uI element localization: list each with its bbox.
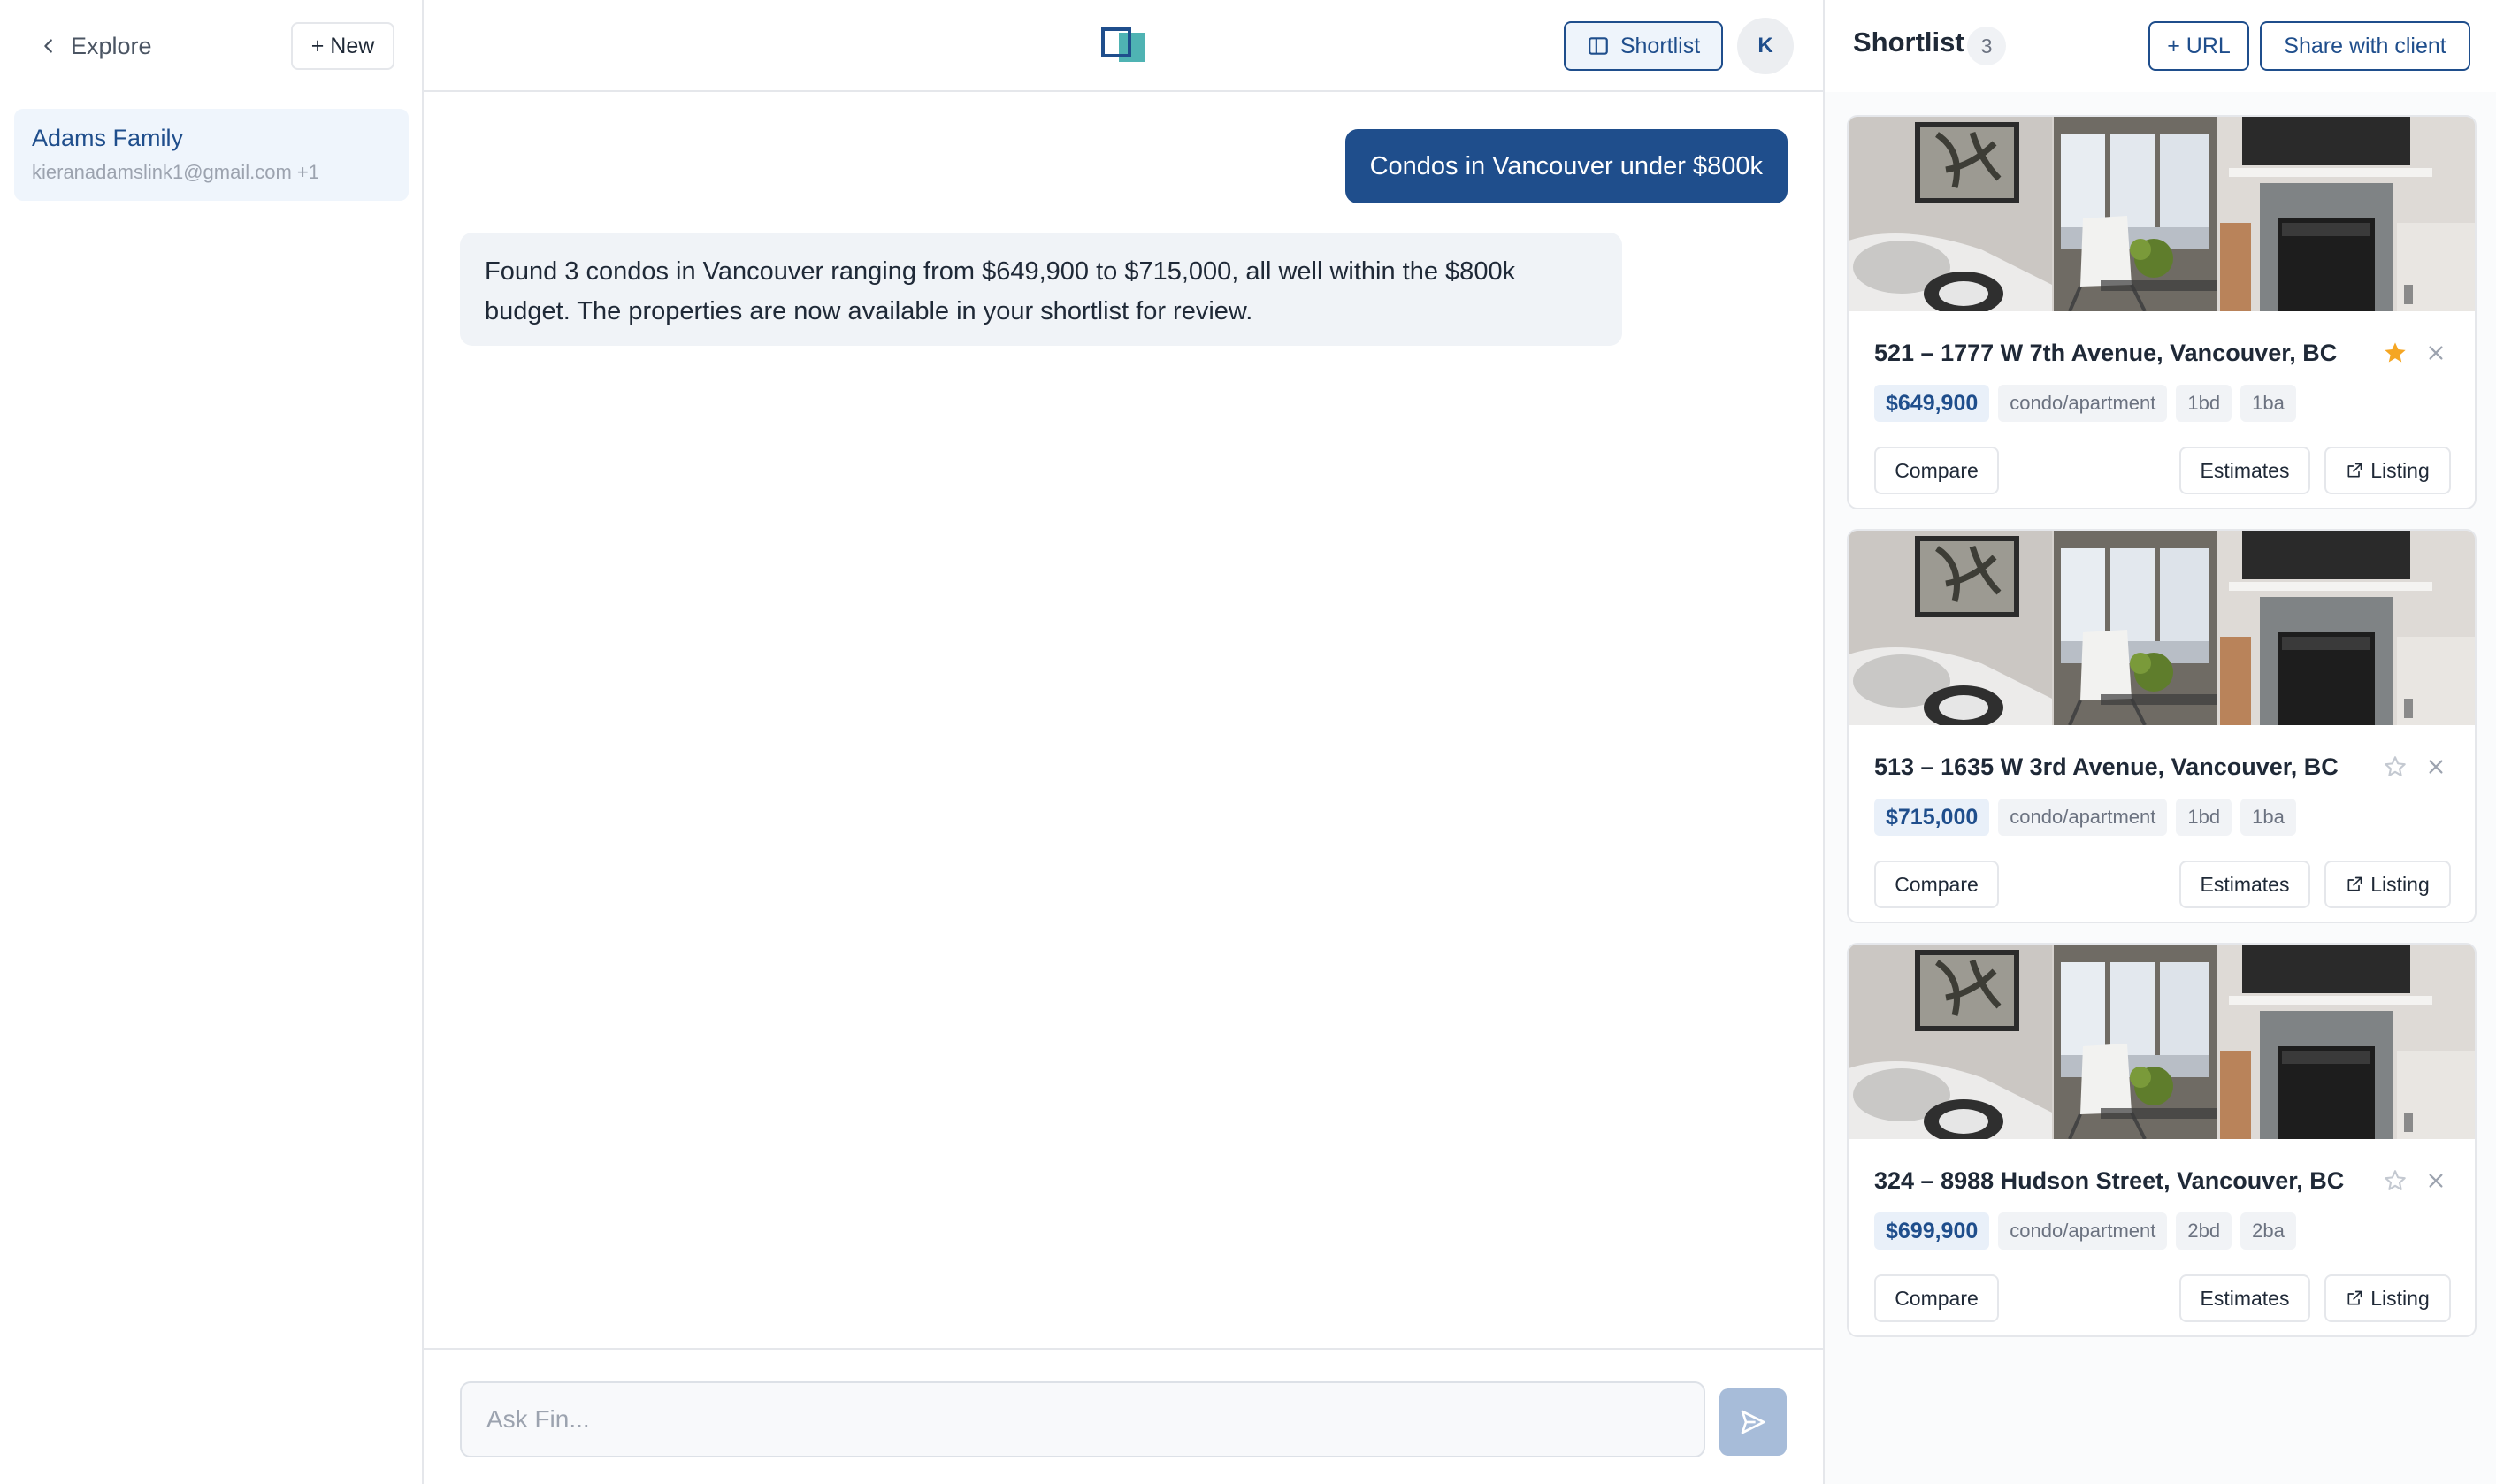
close-icon — [2429, 1174, 2443, 1188]
estimates-button[interactable]: Estimates — [2179, 447, 2310, 494]
beds-tag: 1bd — [2176, 799, 2232, 836]
listing-button[interactable]: Listing — [2324, 1274, 2451, 1322]
compare-button[interactable]: Compare — [1874, 447, 1999, 494]
estimates-button[interactable]: Estimates — [2179, 1274, 2310, 1322]
beds-tag: 2bd — [2176, 1212, 2232, 1250]
sidebar-panel-icon — [1589, 37, 1608, 55]
user-avatar[interactable]: K — [1737, 18, 1794, 74]
main-header: Shortlist K — [424, 0, 1823, 92]
share-with-client-button[interactable]: Share with client — [2260, 21, 2470, 71]
star-button[interactable] — [2380, 338, 2410, 368]
chat-area: Shortlist K Condos in Vancouver under $8… — [424, 0, 1823, 1484]
type-tag: condo/apartment — [1998, 385, 2168, 422]
assistant-message: Found 3 condos in Vancouver ranging from… — [460, 233, 1622, 346]
send-icon — [1741, 1410, 1765, 1434]
star-filled-icon — [2385, 342, 2406, 363]
star-button[interactable] — [2380, 1166, 2410, 1196]
property-card: 324 – 8988 Hudson Street, Vancouver, BC … — [1847, 943, 2477, 1337]
shortlist-count-badge: 3 — [1967, 27, 2006, 65]
chevron-left-icon — [44, 39, 52, 53]
beds-tag: 1bd — [2176, 385, 2232, 422]
star-outline-icon — [2385, 1170, 2406, 1190]
shortlist-title: Shortlist — [1853, 27, 1964, 57]
property-card: 513 – 1635 W 3rd Avenue, Vancouver, BC $… — [1847, 529, 2477, 923]
property-address: 513 – 1635 W 3rd Avenue, Vancouver, BC — [1874, 753, 2339, 780]
property-tags: $649,900 condo/apartment 1bd 1ba — [1874, 385, 2296, 422]
listing-button[interactable]: Listing — [2324, 447, 2451, 494]
compare-button[interactable]: Compare — [1874, 861, 1999, 908]
property-card: 521 – 1777 W 7th Avenue, Vancouver, BC $… — [1847, 115, 2477, 509]
close-icon — [2429, 760, 2443, 774]
client-email: kieranadamslink1@gmail.com +1 — [32, 161, 319, 183]
star-button[interactable] — [2380, 752, 2410, 782]
property-tags: $715,000 condo/apartment 1bd 1ba — [1874, 799, 2296, 836]
external-link-icon — [2347, 1290, 2362, 1305]
estimates-button[interactable]: Estimates — [2179, 861, 2310, 908]
compare-button[interactable]: Compare — [1874, 1274, 1999, 1322]
sidebar-header: Explore + New — [0, 0, 422, 92]
shortlist-toggle-button[interactable]: Shortlist — [1564, 21, 1723, 71]
property-photo[interactable] — [1849, 945, 2477, 1139]
send-button[interactable] — [1719, 1388, 1787, 1456]
baths-tag: 1ba — [2240, 799, 2296, 836]
property-address: 521 – 1777 W 7th Avenue, Vancouver, BC — [1874, 340, 2338, 366]
explore-link[interactable]: Explore — [39, 27, 152, 65]
property-photo[interactable] — [1849, 117, 2477, 311]
listing-label: Listing — [2370, 458, 2430, 482]
explore-label: Explore — [71, 32, 152, 59]
shortlist-panel: Shortlist 3 + URL Share with client 521 … — [1823, 0, 2496, 1484]
remove-button[interactable] — [2421, 752, 2451, 782]
listing-button[interactable]: Listing — [2324, 861, 2451, 908]
baths-tag: 2ba — [2240, 1212, 2296, 1250]
star-outline-icon — [2385, 756, 2406, 776]
shortlist-toggle-label: Shortlist — [1619, 33, 1701, 58]
close-icon — [2429, 346, 2443, 360]
property-address: 324 – 8988 Hudson Street, Vancouver, BC — [1874, 1167, 2345, 1194]
ask-input[interactable] — [460, 1381, 1705, 1457]
external-link-icon — [2347, 876, 2362, 891]
price-tag: $649,900 — [1874, 385, 1990, 422]
client-name: Adams Family — [32, 125, 184, 151]
app-logo-icon — [1101, 27, 1145, 62]
shortlist-header: Shortlist 3 + URL Share with client — [1825, 0, 2496, 92]
listing-label: Listing — [2370, 1286, 2430, 1310]
listing-label: Listing — [2370, 872, 2430, 896]
price-tag: $699,900 — [1874, 1212, 1990, 1250]
type-tag: condo/apartment — [1998, 799, 2168, 836]
price-tag: $715,000 — [1874, 799, 1990, 836]
composer — [424, 1348, 1823, 1484]
type-tag: condo/apartment — [1998, 1212, 2168, 1250]
user-message: Condos in Vancouver under $800k — [1344, 129, 1788, 203]
baths-tag: 1ba — [2240, 385, 2296, 422]
property-photo[interactable] — [1849, 531, 2477, 725]
property-tags: $699,900 condo/apartment 2bd 2ba — [1874, 1212, 2296, 1250]
remove-button[interactable] — [2421, 1166, 2451, 1196]
remove-button[interactable] — [2421, 338, 2451, 368]
sidebar: Explore + New Adams Family kieranadamsli… — [0, 0, 424, 1484]
client-item-adams-family[interactable]: Adams Family kieranadamslink1@gmail.com … — [14, 109, 409, 201]
external-link-icon — [2347, 463, 2362, 478]
new-button[interactable]: + New — [291, 22, 394, 70]
add-url-button[interactable]: + URL — [2148, 21, 2249, 71]
